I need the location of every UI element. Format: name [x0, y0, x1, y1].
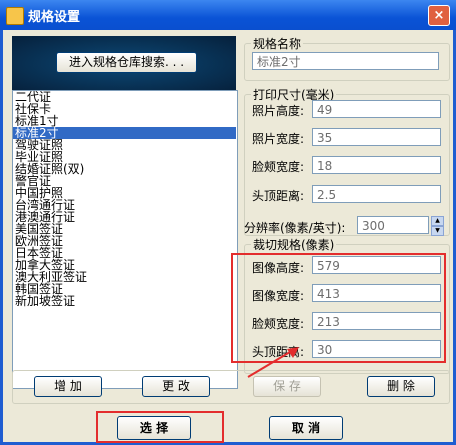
spec-list-item[interactable]: 新加坡签证 — [13, 295, 237, 307]
print-photo-height-input[interactable]: 49 — [312, 100, 441, 118]
resolution-input[interactable]: 300 — [357, 216, 429, 234]
spec-settings-window: 规格设置 × 进入规格仓库搜索. . . 二代证 社保卡 标准1寸 标准2寸 驾驶证照毕… — [0, 0, 456, 445]
window-title: 规格设置 — [28, 10, 81, 25]
spec-name-legend: 规格名称 — [253, 37, 302, 51]
warehouse-search-button[interactable]: 进入规格仓库搜索. . . — [56, 52, 197, 73]
print-face-width-label: 脸颊宽度: — [252, 160, 305, 174]
add-button[interactable]: 增 加 — [34, 376, 102, 397]
delete-button[interactable]: 删 除 — [367, 376, 435, 397]
close-button[interactable]: × — [428, 5, 450, 26]
crop-size-legend: 裁切规格(像素) — [253, 238, 335, 252]
print-photo-width-label: 照片宽度: — [252, 132, 305, 146]
print-photo-height-label: 照片高度: — [252, 104, 305, 118]
dialog-body: 进入规格仓库搜索. . . 二代证 社保卡 标准1寸 标准2寸 驾驶证照 毕业证照 结婚证照… — [3, 30, 453, 443]
print-top-distance-input[interactable]: 2.5 — [312, 185, 441, 203]
pointer-arrow-icon — [247, 347, 299, 378]
select-highlight-box — [96, 411, 224, 443]
spec-list[interactable]: 二代证 社保卡 标准1寸 标准2寸 驾驶证照 毕业证照 结婚证照(双) 警官证 中国护照 台湾通行… — [12, 90, 238, 389]
spin-up-icon[interactable]: ▲ — [431, 216, 444, 226]
title-bar[interactable]: 规格设置 × — [0, 0, 456, 30]
print-photo-width-input[interactable]: 35 — [312, 128, 441, 146]
cancel-button[interactable]: 取 消 — [269, 416, 343, 440]
spin-down-icon[interactable]: ▼ — [431, 226, 444, 236]
print-top-distance-label: 头顶距离: — [252, 189, 305, 203]
app-icon — [6, 7, 24, 25]
spec-name-input[interactable]: 标准2寸 — [252, 52, 439, 70]
print-face-width-input[interactable]: 18 — [312, 156, 441, 174]
edit-button[interactable]: 更 改 — [142, 376, 210, 397]
resolution-spinner[interactable]: ▲ ▼ — [431, 216, 444, 236]
resolution-label: 分辨率(像素/英寸): — [244, 221, 346, 235]
